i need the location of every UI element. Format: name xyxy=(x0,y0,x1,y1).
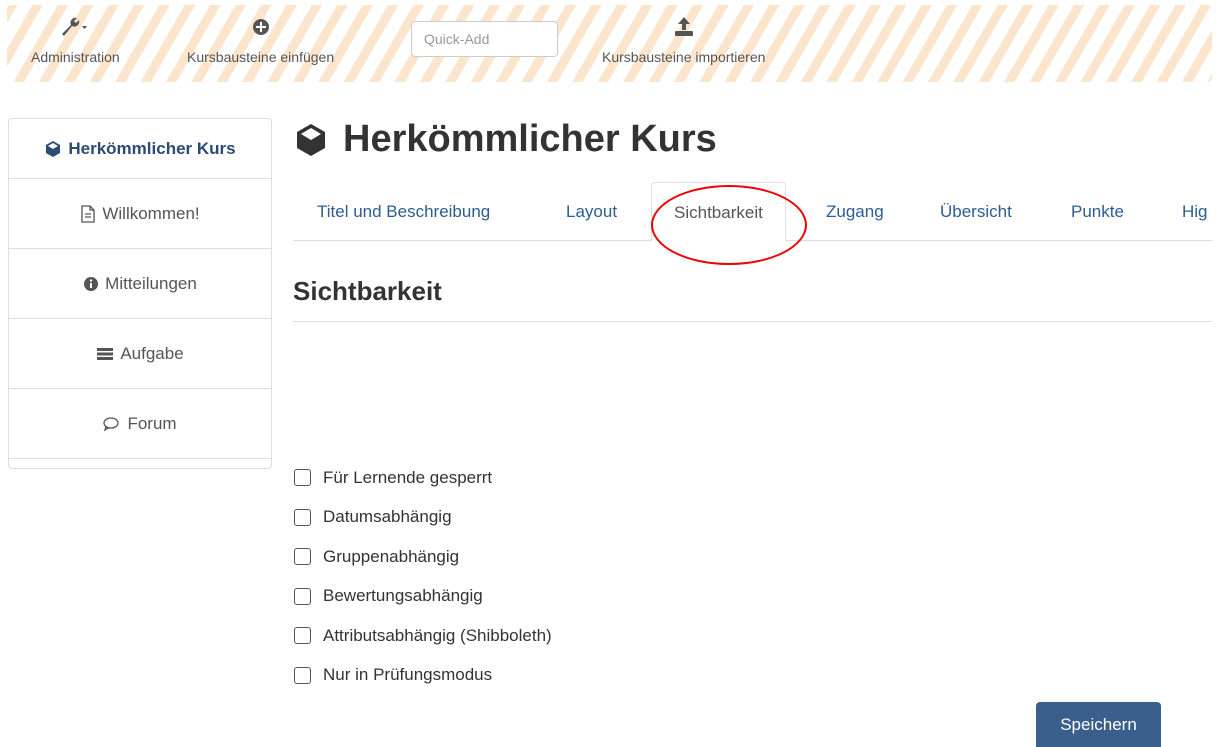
checkbox-gruppenabhaengig[interactable]: Gruppenabhängig xyxy=(294,537,552,577)
checkbox-label: Gruppenabhängig xyxy=(323,546,460,566)
sidebar-item-willkommen[interactable]: Willkommen! xyxy=(9,179,271,249)
checkbox-bewertungsabhaengig[interactable]: Bewertungsabhängig xyxy=(294,577,552,617)
tab-punkte[interactable]: Punkte xyxy=(1071,182,1124,241)
forum-icon xyxy=(103,416,121,432)
checkbox-box[interactable] xyxy=(294,548,311,566)
tab-uebersicht[interactable]: Übersicht xyxy=(940,182,1012,241)
checkbox-label: Bewertungsabhängig xyxy=(323,586,483,606)
import-modules-label: Kursbausteine importieren xyxy=(602,49,766,65)
checkbox-box[interactable] xyxy=(294,587,311,605)
checkbox-label: Attributsabhängig (Shibboleth) xyxy=(323,625,552,645)
course-navigation-sidebar: Herkömmlicher Kurs Willkommen! Mitteilun… xyxy=(8,118,272,469)
import-modules-button[interactable]: Kursbausteine importieren xyxy=(602,13,765,65)
visibility-options: Für Lernende gesperrt Datumsabhängig Gru… xyxy=(294,458,552,695)
checkbox-attributsabhaengig[interactable]: Attributsabhängig (Shibboleth) xyxy=(294,616,552,656)
checkbox-box[interactable] xyxy=(294,627,311,645)
sidebar-item-mitteilungen[interactable]: Mitteilungen xyxy=(9,249,271,319)
sidebar-item-aufgabe[interactable]: Aufgabe xyxy=(9,319,271,389)
sidebar-item-label: Willkommen! xyxy=(102,203,200,223)
document-icon xyxy=(80,204,96,223)
checkbox-nur-in-pruefungsmodus[interactable]: Nur in Prüfungsmodus xyxy=(294,656,552,696)
tab-highscore[interactable]: Hig xyxy=(1182,182,1208,241)
checkbox-fuer-lernende-gesperrt[interactable]: Für Lernende gesperrt xyxy=(294,458,552,498)
page-title-text: Herkömmlicher Kurs xyxy=(343,118,717,160)
page-title: Herkömmlicher Kurs xyxy=(293,118,717,161)
checkbox-box[interactable] xyxy=(294,508,311,526)
sidebar-item-label: Forum xyxy=(127,413,177,433)
checkbox-box[interactable] xyxy=(294,666,311,684)
task-icon xyxy=(96,347,114,361)
plus-circle-icon xyxy=(251,13,271,37)
upload-icon xyxy=(673,13,695,37)
administration-label: Administration xyxy=(31,49,120,65)
sidebar-item-label: Herkömmlicher Kurs xyxy=(68,138,236,158)
sidebar-item-label: Mitteilungen xyxy=(105,273,197,293)
save-button[interactable]: Speichern xyxy=(1036,702,1161,747)
tab-sichtbarkeit[interactable]: Sichtbarkeit xyxy=(651,182,786,242)
info-icon xyxy=(83,276,99,292)
checkbox-label: Für Lernende gesperrt xyxy=(323,467,493,487)
administration-menu-button[interactable]: Administration xyxy=(31,13,120,65)
checkbox-label: Nur in Prüfungsmodus xyxy=(323,665,493,685)
insert-modules-label: Kursbausteine einfügen xyxy=(187,49,335,65)
tab-zugang[interactable]: Zugang xyxy=(826,182,884,241)
tab-strip: Titel und Beschreibung Layout Sichtbarke… xyxy=(293,182,1212,242)
cube-icon xyxy=(293,122,329,158)
quick-add-input[interactable] xyxy=(411,21,558,57)
tab-titel-und-beschreibung[interactable]: Titel und Beschreibung xyxy=(317,182,490,241)
insert-modules-button[interactable]: Kursbausteine einfügen xyxy=(187,13,334,65)
tab-layout[interactable]: Layout xyxy=(566,182,617,241)
wrench-icon xyxy=(58,13,92,37)
sidebar-item-course-root[interactable]: Herkömmlicher Kurs xyxy=(9,119,271,179)
section-divider xyxy=(293,321,1212,322)
sidebar-item-label: Aufgabe xyxy=(120,343,184,363)
checkbox-label: Datumsabhängig xyxy=(323,507,452,527)
checkbox-datumsabhaengig[interactable]: Datumsabhängig xyxy=(294,498,552,538)
sidebar-item-forum[interactable]: Forum xyxy=(9,389,271,459)
cube-icon xyxy=(44,140,62,158)
checkbox-box[interactable] xyxy=(294,469,311,487)
section-title: Sichtbarkeit xyxy=(293,276,442,306)
course-editor-toolbar: Administration Kursbausteine einfügen Ku… xyxy=(7,5,1212,82)
